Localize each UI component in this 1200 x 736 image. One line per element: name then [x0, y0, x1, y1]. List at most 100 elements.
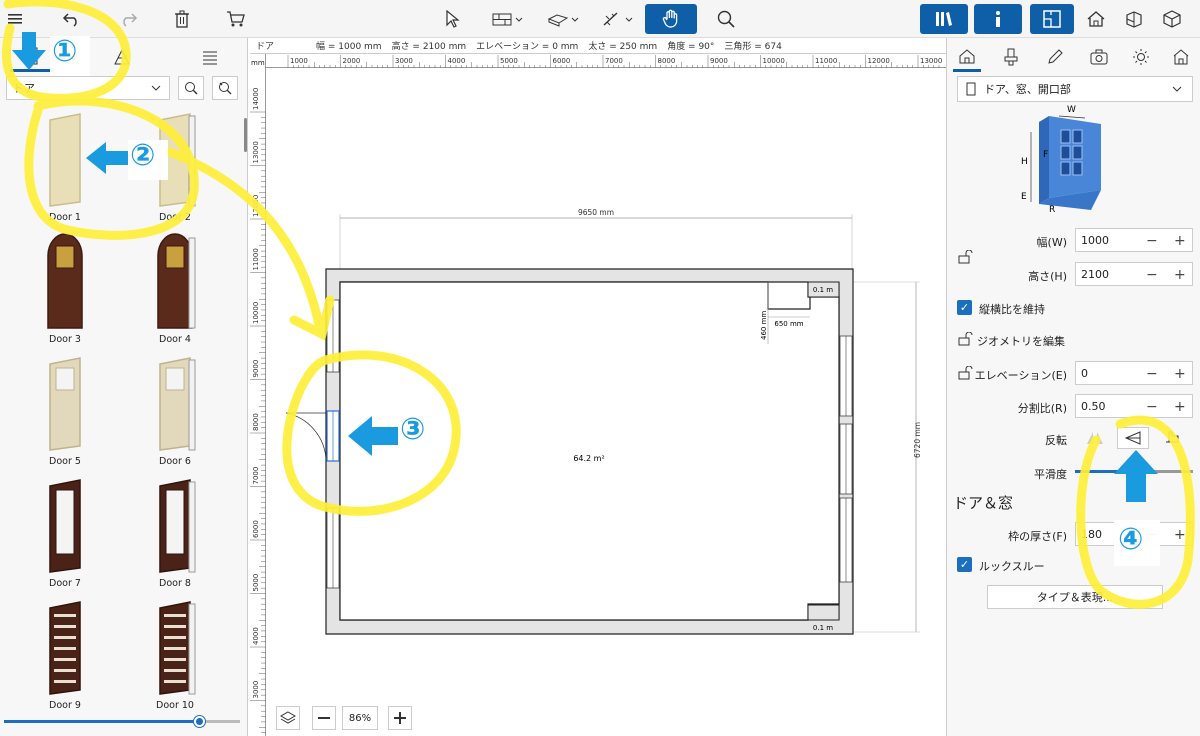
split-input[interactable]: 0.50 − + [1075, 394, 1193, 418]
door-item[interactable]: Door 5 [49, 357, 81, 467]
ruler-label: 4000 [448, 57, 466, 65]
door-item[interactable]: Door 9 [49, 601, 81, 711]
type-representation-button[interactable]: タイプ＆表現... [987, 585, 1163, 609]
door-item[interactable]: Door 4 [157, 233, 196, 345]
window-right-1[interactable] [839, 335, 853, 417]
door-item[interactable]: Door 7 [49, 479, 81, 589]
hamburger-icon[interactable] [4, 8, 28, 30]
door-slat [54, 636, 76, 639]
door-slat [164, 636, 186, 639]
door-label: Door 3 [49, 334, 81, 345]
door-item[interactable]: Door 3 [47, 233, 83, 345]
annotation-number-2: ② [130, 138, 156, 173]
door-item[interactable]: Door 2 [159, 113, 196, 223]
door-glass [55, 489, 75, 555]
frame-minus[interactable]: − [1146, 527, 1158, 543]
width-plus[interactable]: + [1174, 233, 1186, 249]
ruler-vertical-ticks: 14000 13000 12000 11000 10000 9000 8000 7000 600… [250, 88, 266, 733]
tab-objects[interactable] [10, 42, 54, 72]
plan-canvas[interactable]: 9650 mm 6720 mm 0.1 m 0.1 m 650 mm 460 m… [266, 68, 946, 736]
flip-horizontal-button[interactable] [1079, 427, 1111, 449]
window-left-bottom[interactable] [326, 507, 340, 589]
tab-camera[interactable] [1085, 42, 1113, 72]
category-dropdown[interactable]: ドア [6, 76, 170, 100]
floorplan-view-button[interactable] [1030, 4, 1074, 34]
width-minus[interactable]: − [1146, 233, 1158, 249]
door-item[interactable]: Door 6 [159, 357, 196, 467]
column-top-label: 0.1 m [813, 286, 833, 294]
library-button[interactable] [920, 4, 968, 34]
height-minus[interactable]: − [1146, 267, 1158, 283]
undo-icon[interactable] [60, 8, 84, 30]
door-glass [165, 489, 185, 555]
height-input[interactable]: 2100 − + [1075, 262, 1193, 286]
lookthrough-checkbox[interactable]: ✓ [957, 557, 972, 572]
ruler-label: 4000 [252, 627, 260, 645]
frame-plus[interactable]: + [1174, 527, 1186, 543]
camera-icon [1090, 49, 1108, 65]
gallery-scrollbar[interactable] [244, 118, 247, 152]
door-frame [188, 481, 196, 573]
elevation-minus[interactable]: − [1146, 366, 1158, 382]
window-right-2[interactable] [839, 423, 853, 495]
slab-tool-icon[interactable] [546, 8, 582, 30]
hand-pan-button[interactable] [645, 4, 697, 34]
door-glass [165, 367, 185, 391]
tab-pencil[interactable] [1041, 42, 1069, 72]
elevation-plus[interactable]: + [1174, 366, 1186, 382]
window-left-top[interactable] [326, 299, 340, 373]
library-search-button[interactable] [178, 76, 204, 100]
lock-open-icon[interactable] [957, 332, 973, 346]
object-type-dropdown[interactable]: ドア、窓、開口部 [957, 76, 1193, 102]
flip-side-button[interactable] [1157, 427, 1189, 449]
keep-ratio-checkbox[interactable]: ✓ [957, 300, 972, 315]
window-right-3[interactable] [839, 497, 853, 583]
minus-icon [318, 717, 330, 719]
3d-cube-icon[interactable] [1160, 8, 1184, 30]
zoom-value[interactable]: 86% [342, 706, 378, 730]
lock-open-icon[interactable] [957, 250, 973, 264]
door-item[interactable]: Door 1 [49, 113, 81, 223]
wall-tool-icon[interactable] [490, 8, 526, 30]
slider-fill [4, 720, 200, 723]
ruler-label: 7000 [252, 467, 260, 485]
zoom-out-button[interactable] [312, 706, 336, 730]
tab-materials[interactable] [100, 42, 144, 72]
selection-info-bar: ドア 幅 = 1000 mm 高さ = 2100 mm エレベーション = 0 … [250, 38, 946, 54]
redo-icon[interactable] [116, 8, 140, 30]
info-button[interactable] [974, 4, 1022, 34]
door-slat [164, 658, 186, 661]
measure-tool-icon[interactable] [600, 8, 636, 30]
trash-icon[interactable] [170, 8, 194, 30]
floorplan-icon [1043, 10, 1061, 28]
tab-light[interactable] [1127, 42, 1155, 72]
pointer-icon[interactable] [440, 8, 464, 30]
slider-knob[interactable] [194, 716, 205, 727]
door-item[interactable]: Door 8 [159, 479, 196, 589]
annotation-number-3: ③ [400, 412, 426, 447]
placed-door-selected[interactable] [285, 410, 340, 462]
section-icon[interactable] [1122, 8, 1146, 30]
tab-building[interactable] [1167, 42, 1195, 72]
cart-icon[interactable] [224, 8, 248, 30]
ruler-label: 1000 [290, 57, 308, 65]
door-item[interactable]: Door 10 [156, 601, 196, 711]
house-icon[interactable] [1084, 8, 1108, 30]
flip-vertical-button[interactable] [1117, 427, 1149, 449]
search-icon[interactable] [714, 8, 738, 30]
width-input[interactable]: 1000 − + [1075, 228, 1193, 252]
tab-brush[interactable] [997, 42, 1025, 72]
ruler-label: 9000 [710, 57, 728, 65]
edit-geometry-label[interactable]: ジオメトリを編集 [977, 333, 1065, 349]
tab-object-props[interactable] [953, 42, 981, 72]
split-minus[interactable]: − [1146, 399, 1158, 415]
column-bottom[interactable] [807, 604, 840, 621]
layers-icon [280, 711, 296, 724]
elevation-input[interactable]: 0 − + [1075, 361, 1193, 385]
tab-list[interactable] [188, 42, 232, 72]
library-filter-button[interactable] [212, 76, 238, 100]
split-plus[interactable]: + [1174, 399, 1186, 415]
height-plus[interactable]: + [1174, 267, 1186, 283]
zoom-in-button[interactable] [388, 706, 412, 730]
layers-button[interactable] [276, 706, 300, 730]
